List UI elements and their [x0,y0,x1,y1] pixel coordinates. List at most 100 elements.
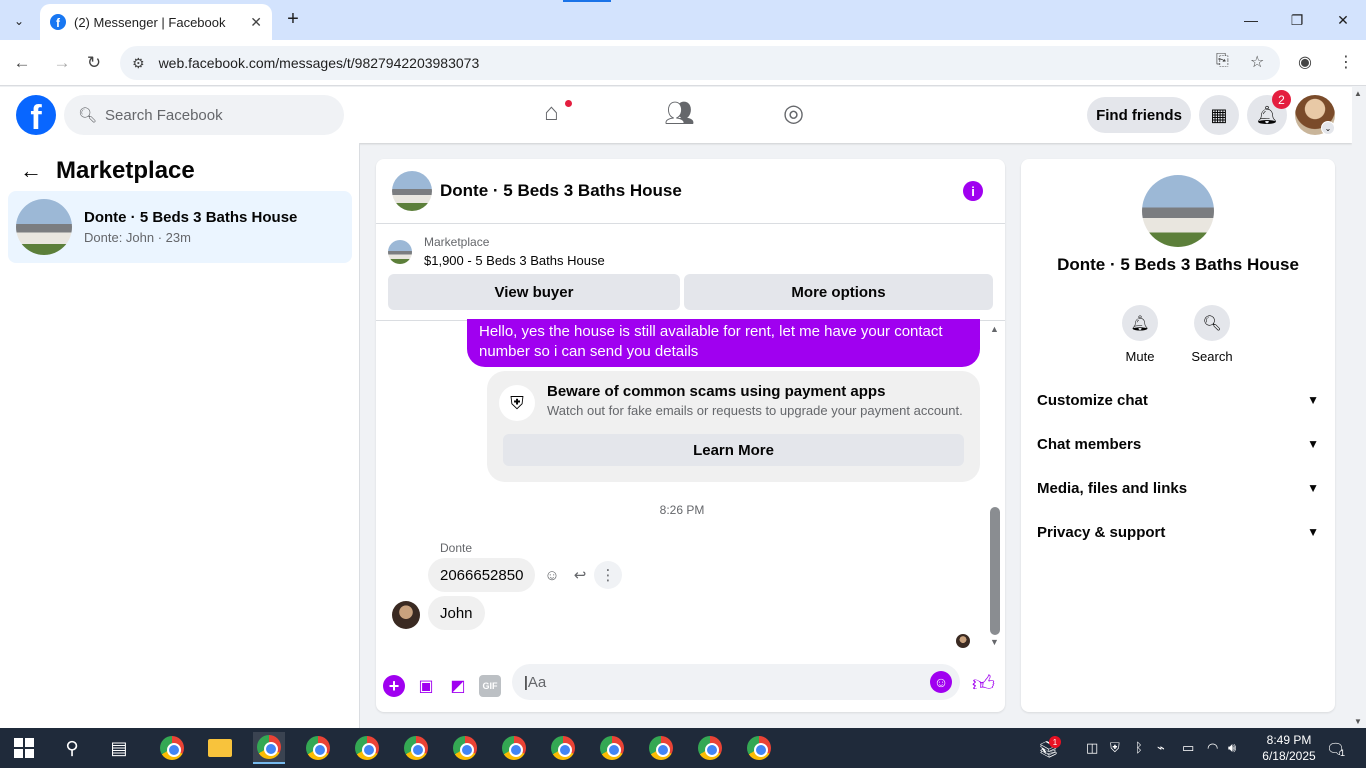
bluetooth-icon[interactable]: ᛒ [1135,740,1143,755]
bookmark-star-icon[interactable]: ☆ [1250,52,1264,72]
chevron-down-icon[interactable]: ⌄ [1321,121,1335,135]
plus-icon[interactable]: + [383,675,405,697]
minimize-icon[interactable]: — [1228,0,1274,40]
restore-icon[interactable]: ❐ [1274,0,1320,40]
emoji-icon[interactable]: ☺ [930,671,952,693]
chat-members-section[interactable]: Chat members ▼ [1029,422,1327,466]
new-tab-button[interactable]: + [282,8,304,30]
privacy-support-section[interactable]: Privacy & support ▼ [1029,510,1327,554]
chat-panel: Donte · 5 Beds 3 Baths House i Marketpla… [376,159,1005,712]
find-friends-button[interactable]: Find friends [1087,97,1191,133]
back-arrow-icon[interactable]: ← [9,50,35,76]
volume-icon[interactable]: 🔊︎ [1228,740,1236,756]
chrome-taskbar-icon[interactable] [449,732,481,764]
chat-avatar[interactable] [392,171,432,211]
search-conversation-button[interactable]: 🔍︎ Search [1182,305,1242,364]
chrome-taskbar-icon[interactable] [694,732,726,764]
chrome-menu-icon[interactable]: ⋮ [1338,52,1354,72]
task-view-icon[interactable]: ▤ [103,732,135,764]
learn-more-button[interactable]: Learn More [503,434,964,466]
chrome-taskbar-icon[interactable] [302,732,334,764]
windows-start-icon[interactable] [14,738,34,758]
file-explorer-icon[interactable] [204,732,236,764]
menu-grid-icon[interactable]: ▦ [1199,95,1239,135]
groups-icon[interactable]: ◎ [783,99,804,128]
marketplace-listing[interactable]: Marketplace $1,900 - 5 Beds 3 Baths Hous… [388,235,605,268]
tab-title: (2) Messenger | Facebook [74,14,226,30]
search-icon[interactable]: ⚲ [56,732,88,764]
chrome-taskbar-icon[interactable] [596,732,628,764]
chrome-taskbar-icon[interactable] [156,732,188,764]
tray-icon[interactable]: ◫ [1086,740,1098,756]
message-input[interactable]: | Aa ☺ [512,664,960,700]
chrome-taskbar-icon[interactable] [645,732,677,764]
conversation-name: Donte · 5 Beds 3 Baths House [84,209,298,226]
scroll-up-arrow-icon[interactable]: ▲ [990,324,999,334]
install-app-icon[interactable]: ⎘ [1216,52,1229,70]
scroll-up-arrow-icon[interactable]: ▲ [1354,89,1362,98]
system-clock[interactable]: 8:49 PM 6/18/2025 [1254,732,1324,764]
battery-icon[interactable]: ▭ [1182,740,1194,756]
view-buyer-button[interactable]: View buyer [388,274,680,310]
chrome-taskbar-icon[interactable] [743,732,775,764]
tab-search-icon[interactable]: ⌄ [6,8,32,34]
facebook-logo-icon[interactable]: f [16,95,56,135]
page-scrollbar[interactable]: ▲ ▼ [1352,87,1366,728]
reload-icon[interactable]: ↻ [81,50,107,76]
address-bar[interactable]: ⚙ web.facebook.com/messages/t/9827942203… [120,46,1280,80]
chrome-taskbar-icon[interactable] [400,732,432,764]
conversation-list-item[interactable]: Donte · 5 Beds 3 Baths House Donte: John… [8,191,352,263]
forward-arrow-icon[interactable]: → [49,50,75,76]
friends-icon[interactable]: 👥︎ [664,99,694,128]
chrome-taskbar-icon[interactable] [351,732,383,764]
incoming-message[interactable]: 2066652850 [428,558,536,592]
section-label: Chat members [1037,435,1142,453]
sidebar-header: ← Marketplace [20,157,195,185]
browser-tab[interactable]: f (2) Messenger | Facebook ✕ [40,4,272,40]
sender-name: Donte [440,541,473,555]
profile-icon[interactable]: ◉ [1298,52,1312,72]
search-icon: 🔍︎ [1194,305,1230,341]
sticker-icon[interactable]: ◩ [447,675,469,697]
notification-badge: 2 [1272,90,1291,109]
sender-avatar[interactable] [392,601,420,629]
photo-icon[interactable]: ▣ [415,675,437,697]
section-label: Media, files and links [1037,479,1188,497]
site-info-icon[interactable]: ⚙ [132,55,145,72]
more-options-button[interactable]: More options [684,274,993,310]
incoming-message[interactable]: John [428,596,485,630]
chevron-down-icon: ▼ [1307,525,1319,539]
back-arrow-icon[interactable]: ← [20,158,42,184]
details-avatar[interactable] [1142,175,1214,247]
chrome-taskbar-icon[interactable] [498,732,530,764]
network-icon[interactable]: ⌁ [1157,740,1165,756]
media-files-section[interactable]: Media, files and links ▼ [1029,466,1327,510]
chat-scrollbar-thumb[interactable] [990,507,1000,635]
scroll-down-arrow-icon[interactable]: ▼ [990,637,999,647]
scroll-down-arrow-icon[interactable]: ▼ [1354,717,1362,726]
mute-button[interactable]: 🔔︎ Mute [1110,305,1170,364]
sidebar-title: Marketplace [56,157,195,184]
more-actions-icon[interactable]: ⋮ [594,561,622,589]
reply-icon[interactable]: ↩ [566,561,594,589]
customize-chat-section[interactable]: Customize chat ▼ [1029,378,1327,422]
thumbs-up-icon[interactable]: 👍︎ [972,670,995,697]
scam-warning-text: Watch out for fake emails or requests to… [547,403,963,418]
chrome-taskbar-icon[interactable] [253,732,285,764]
chrome-taskbar-icon[interactable] [547,732,579,764]
close-window-icon[interactable]: ✕ [1320,0,1366,40]
home-icon[interactable]: ⌂ [544,99,559,127]
facebook-search-input[interactable]: 🔍︎ Search Facebook [64,95,344,135]
facebook-header: f 🔍︎ Search Facebook ⌂ 👥︎ ◎ Find friends… [0,87,1352,143]
info-icon[interactable]: i [963,181,983,201]
react-emoji-icon[interactable]: ☺ [538,561,566,589]
outgoing-message[interactable]: Hello, yes the house is still available … [467,319,980,367]
gif-icon[interactable]: GIF [479,675,501,697]
chat-title[interactable]: Donte · 5 Beds 3 Baths House [440,181,682,201]
chat-header: Donte · 5 Beds 3 Baths House i [376,159,1005,224]
defender-icon[interactable]: ⛨ [1110,740,1120,756]
tab-close-icon[interactable]: ✕ [250,14,262,31]
wifi-icon[interactable]: ◠ [1207,740,1218,756]
listing-thumbnail [388,239,412,264]
marketplace-sidebar: ← Marketplace Donte · 5 Beds 3 Baths Hou… [0,143,360,728]
